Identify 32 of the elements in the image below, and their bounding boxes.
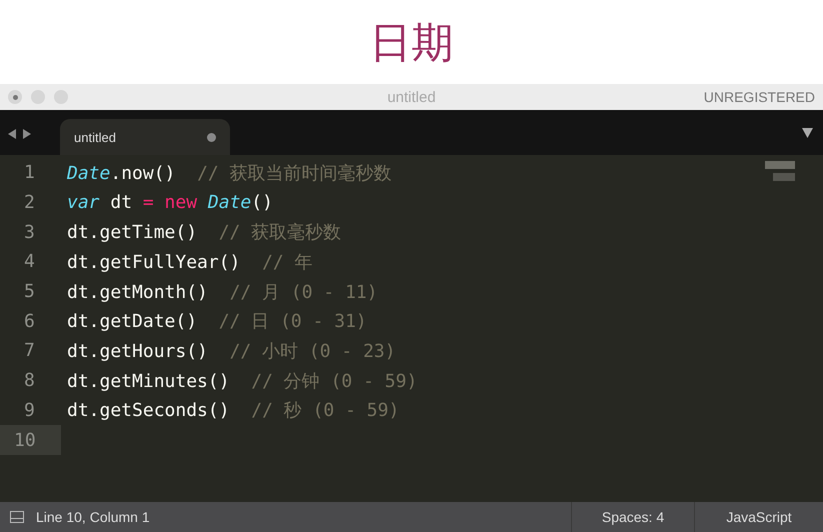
code-line: Date.now() // 获取当前时间毫秒数 [66,162,392,185]
window-title: untitled [386,88,437,106]
line-number: 10 [0,425,61,455]
slide-title: 日期 [370,17,454,69]
cursor-position: Line 10, Column 1 [36,509,150,525]
code-line: dt.getFullYear() // 年 [66,250,313,274]
dropdown-arrow-icon[interactable] [802,128,813,138]
code-line: dt.getSeconds() // 秒 (0 - 59) [66,399,400,422]
line-number: 5 [23,280,36,304]
line-number: 3 [23,220,36,245]
line-number: 8 [23,369,36,394]
license-label: UNREGISTERED [704,89,815,105]
line-number: 9 [23,398,36,423]
file-tab[interactable]: untitled [60,119,230,155]
panel-icon[interactable] [10,511,24,523]
line-number: 7 [23,339,36,364]
line-number: 6 [23,310,36,334]
code-line: dt.getMonth() // 月 (0 - 11) [66,280,378,304]
code-line: dt.getTime() // 获取毫秒数 [66,221,342,244]
code-line: dt.getMinutes() // 分钟 (0 - 59) [66,370,418,393]
unsaved-dot-icon[interactable] [207,132,216,142]
left-arrow-icon[interactable] [8,128,17,138]
close-button[interactable] [8,90,22,104]
line-number: 2 [23,191,36,216]
indentation-setting[interactable]: Spaces: 4 [571,502,694,532]
line-number: 1 [23,161,36,186]
line-number: 4 [23,250,36,274]
syntax-setting[interactable]: JavaScript [694,502,823,532]
code-line: var dt = new Date() [66,192,273,214]
code-line: dt.getHours() // 小时 (0 - 23) [66,340,396,363]
right-arrow-icon[interactable] [22,128,31,138]
code-line: dt.getDate() // 日 (0 - 31) [66,310,367,334]
